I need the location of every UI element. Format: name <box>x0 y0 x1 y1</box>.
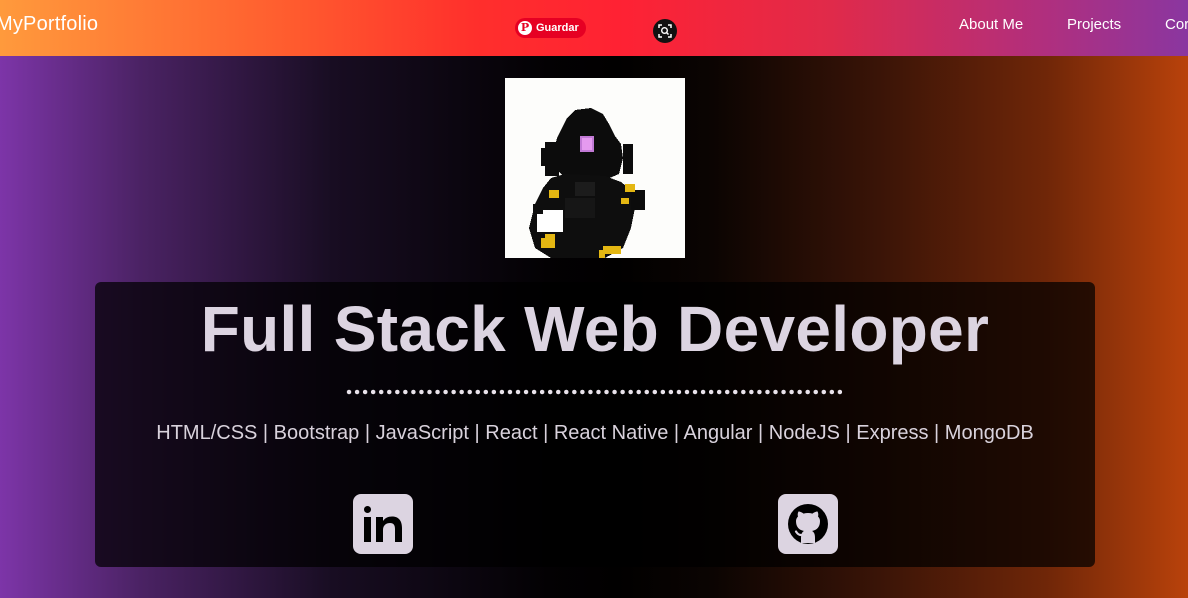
github-icon <box>788 504 828 544</box>
pinterest-save-label: Guardar <box>536 22 579 34</box>
linkedin-link[interactable] <box>353 494 413 554</box>
profile-avatar <box>505 78 685 258</box>
dotted-divider <box>345 388 845 396</box>
pinterest-save-button[interactable]: P Guardar <box>515 18 586 38</box>
umbreon-pixel-art <box>505 78 685 258</box>
pinterest-icon: P <box>518 21 532 35</box>
skills-list: HTML/CSS | Bootstrap | JavaScript | Reac… <box>156 422 1034 444</box>
top-navbar: MyPortfolio P Guardar About Me Projects … <box>0 0 1188 56</box>
nav-link-projects[interactable]: Projects <box>1067 16 1121 33</box>
lens-search-icon <box>658 24 672 38</box>
nav-link-contact[interactable]: Cor <box>1165 16 1188 33</box>
linkedin-icon <box>364 506 402 542</box>
visual-search-button[interactable] <box>653 19 677 43</box>
nav-link-about-me[interactable]: About Me <box>959 16 1023 33</box>
brand-link[interactable]: MyPortfolio <box>0 13 98 36</box>
github-link[interactable] <box>778 494 838 554</box>
hero-title: Full Stack Web Developer <box>200 293 990 365</box>
hero-card: Full Stack Web Developer HTML/CSS | Boot… <box>95 282 1095 567</box>
